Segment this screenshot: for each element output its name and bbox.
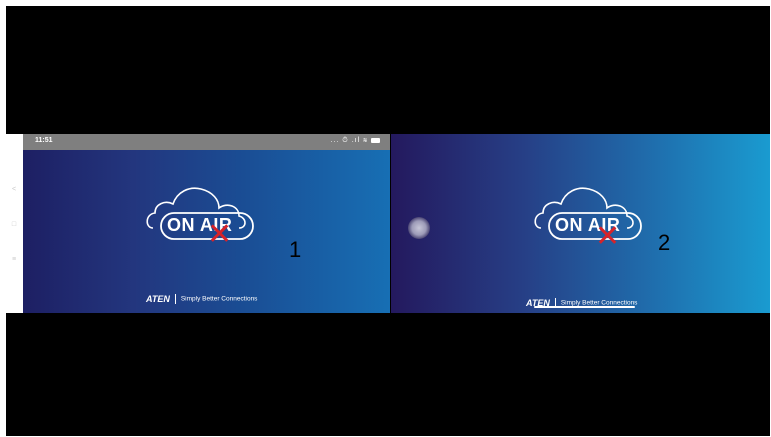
onair-logo: ON AIR ✕ <box>143 180 263 250</box>
battery-icon <box>371 137 380 143</box>
assistive-touch-button[interactable] <box>408 217 430 239</box>
onair-logo: ON AIR ✕ <box>531 180 651 254</box>
menu-icon[interactable]: ≡ <box>10 256 18 264</box>
red-x-icon: ✕ <box>207 217 233 252</box>
step-number-1: 1 <box>289 237 302 262</box>
ios-phone-screen: ON AIR ✕ 2 ATEN Simply Better Connections <box>391 134 770 313</box>
navigation-bar: < □ ≡ <box>6 134 23 313</box>
android-phone-screen: < □ ≡ 11:51 ... ⏱ .ıl ≋ ON AIR ✕ 1 ATEN … <box>6 134 390 313</box>
status-icons: ... ⏱ .ıl ≋ <box>331 137 380 145</box>
home-indicator[interactable] <box>534 306 635 308</box>
red-x-icon: ✕ <box>595 219 621 254</box>
step-number-2: 2 <box>658 230 671 255</box>
home-icon[interactable]: □ <box>10 221 18 229</box>
brand-tagline: Simply Better Connections <box>180 295 258 303</box>
video-frame: < □ ≡ 11:51 ... ⏱ .ıl ≋ ON AIR ✕ 1 ATEN … <box>6 6 770 436</box>
aten-brand: ATEN Simply Better Connections <box>526 294 637 308</box>
screen-comparison-strip: < □ ≡ 11:51 ... ⏱ .ıl ≋ ON AIR ✕ 1 ATEN … <box>6 134 770 313</box>
aten-logo: ATEN <box>146 293 170 304</box>
status-time: 11:51 <box>35 137 53 144</box>
aten-brand: ATEN Simply Better Connections <box>146 290 258 304</box>
brand-divider <box>174 293 176 304</box>
back-icon[interactable]: < <box>10 186 18 194</box>
status-bar: 11:51 ... ⏱ .ıl ≋ <box>23 134 390 150</box>
splash-screen-1: 11:51 ... ⏱ .ıl ≋ ON AIR ✕ 1 ATEN Simply… <box>23 134 390 313</box>
status-icons-glyphs: ... ⏱ .ıl ≋ <box>330 137 369 144</box>
